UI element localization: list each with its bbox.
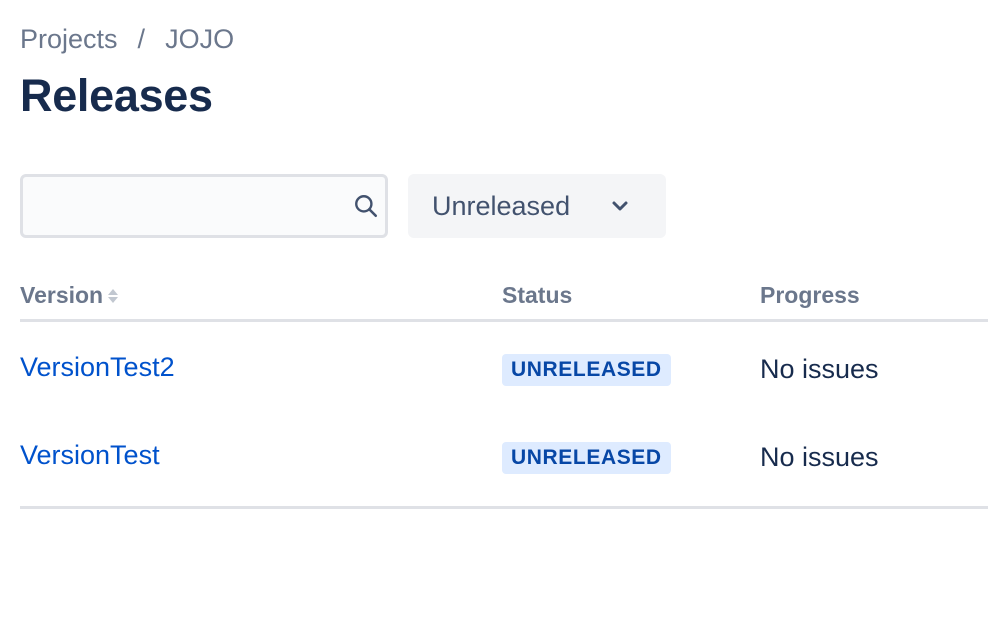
progress-text: No issues: [760, 442, 879, 472]
release-status-filter-value: Unreleased: [432, 190, 571, 221]
release-status-filter[interactable]: Unreleased: [408, 174, 666, 238]
table-row: VersionTest UNRELEASED No issues: [20, 410, 988, 498]
page-title: Releases: [20, 70, 213, 121]
status-badge: UNRELEASED: [502, 354, 671, 386]
column-header-version-label: Version: [20, 282, 104, 308]
column-header-progress: Progress: [760, 282, 860, 308]
breadcrumb-separator: /: [137, 23, 146, 54]
breadcrumb-project-link[interactable]: JOJO: [165, 24, 234, 55]
search-input[interactable]: [23, 177, 347, 235]
column-header-status: Status: [502, 282, 573, 308]
table-body: VersionTest2 UNRELEASED No issues Versio…: [20, 322, 988, 509]
breadcrumb-projects-link[interactable]: Projects: [20, 24, 118, 55]
releases-page: Projects / JOJO Releases Unreleased Vers…: [0, 0, 988, 620]
table-header: Version Status Progress: [20, 270, 988, 322]
breadcrumb: Projects / JOJO: [20, 22, 234, 56]
releases-table: Version Status Progress VersionTest2 UNR…: [20, 270, 988, 509]
search-icon[interactable]: [347, 177, 385, 235]
sort-icon: [107, 287, 119, 305]
status-badge: UNRELEASED: [502, 442, 671, 474]
table-row: VersionTest2 UNRELEASED No issues: [20, 322, 988, 410]
progress-text: No issues: [760, 354, 879, 384]
version-link[interactable]: VersionTest2: [20, 352, 175, 383]
version-link[interactable]: VersionTest: [20, 440, 160, 471]
chevron-down-icon: [610, 196, 630, 216]
column-header-version[interactable]: Version: [20, 282, 119, 309]
search-field[interactable]: [20, 174, 388, 238]
